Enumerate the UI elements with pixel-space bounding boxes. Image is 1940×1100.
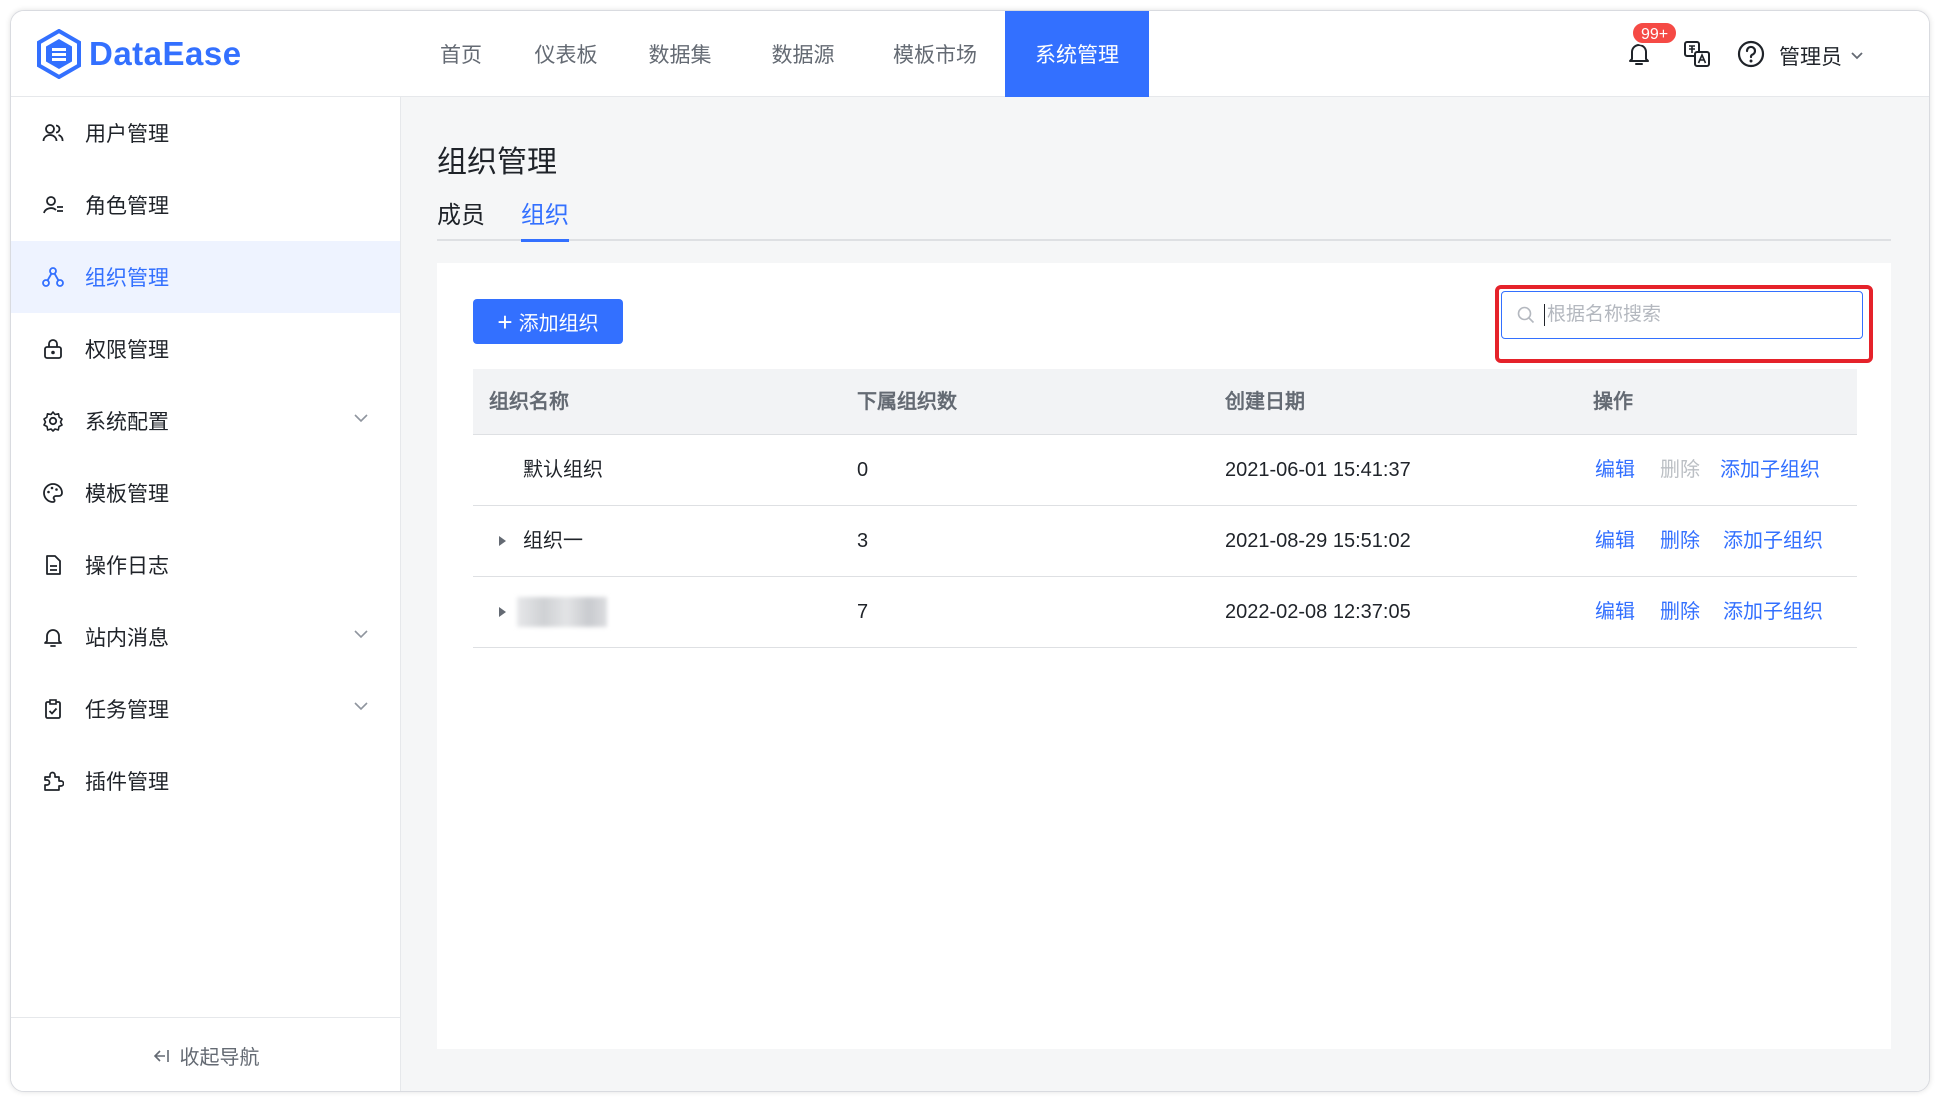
chevron-down-icon [354,414,368,423]
chevron-down-icon [354,702,368,711]
search-box[interactable] [1501,291,1863,339]
nav-system-management[interactable]: 系统管理 [1005,11,1149,97]
nav-dataset[interactable]: 数据集 [619,11,741,97]
org-icon [41,265,65,289]
sidebar-item-operation-log[interactable]: 操作日志 [11,529,400,601]
org-sub-count: 7 [857,601,869,623]
sidebar-item-label: 系统配置 [85,411,169,434]
tab-organizations[interactable]: 组织 [521,195,569,242]
nav-template-market[interactable]: 模板市场 [865,11,1005,97]
plus-icon: + [497,306,513,337]
delete-link: 删除 [1660,459,1700,481]
org-sub-count: 0 [857,459,869,481]
sidebar-item-organizations[interactable]: 组织管理 [11,241,400,313]
column-header-created: 创建日期 [1225,391,1305,413]
edit-link[interactable]: 编辑 [1595,577,1635,647]
org-created-date: 2022-02-08 12:37:05 [1225,601,1411,623]
gear-icon [41,409,65,433]
collapse-left-icon [153,1049,169,1062]
palette-icon [41,481,65,505]
tab-bar: 成员 组织 [437,195,1891,242]
plugin-icon [41,769,65,793]
edit-link[interactable]: 编辑 [1595,435,1635,505]
sidebar-item-label: 用户管理 [85,123,169,146]
sidebar-item-label: 角色管理 [85,195,169,218]
add-organization-button[interactable]: + 添加组织 [473,299,623,344]
nav-home[interactable]: 首页 [409,11,513,97]
bell-icon [41,625,65,649]
sidebar-item-users[interactable]: 用户管理 [11,97,400,169]
tab-members[interactable]: 成员 [437,195,485,241]
sidebar-item-roles[interactable]: 角色管理 [11,169,400,241]
expand-caret-icon[interactable] [499,607,506,617]
table-header: 组织名称 下属组织数 创建日期 操作 [473,369,1857,435]
sidebar-item-label: 任务管理 [85,699,169,722]
sidebar-item-plugins[interactable]: 插件管理 [11,745,400,817]
search-icon [1517,306,1535,324]
sidebar: 用户管理 角色管理 组织管理 权限管理 系统配置 模板管理 操作日志 站内消息 … [11,97,401,1091]
search-input[interactable] [1544,304,1844,326]
delete-link[interactable]: 删除 [1660,577,1700,647]
main-content: 组织管理 成员 组织 + 添加组织 组织名称 下属组织数 创建日期 操作 [401,97,1929,1091]
sidebar-item-permissions[interactable]: 权限管理 [11,313,400,385]
document-icon [41,553,65,577]
table-row: 默认组织 0 2021-06-01 15:41:37 编辑 删除 添加子组织 [473,435,1857,506]
dataease-logo-icon [37,29,81,79]
user-menu[interactable]: 管理员 [1779,41,1864,71]
table-row: 组织一 3 2021-08-29 15:51:02 编辑 删除 添加子组织 [473,506,1857,577]
sidebar-item-label: 操作日志 [85,555,169,578]
sidebar-item-label: 站内消息 [85,627,169,650]
language-button[interactable] [1682,39,1712,69]
collapse-nav-button[interactable]: 收起导航 [11,1017,400,1091]
help-icon [1737,40,1765,68]
add-child-org-link[interactable]: 添加子组织 [1723,577,1823,647]
app-window: DataEase 首页 仪表板 数据集 数据源 模板市场 系统管理 99+ 管理… [10,10,1930,1092]
column-header-actions: 操作 [1593,391,1633,413]
sidebar-item-label: 组织管理 [85,267,169,290]
add-child-org-link[interactable]: 添加子组织 [1720,435,1820,505]
redacted-org-name [517,597,607,627]
org-created-date: 2021-06-01 15:41:37 [1225,459,1411,481]
sidebar-item-label: 模板管理 [85,483,169,506]
org-created-date: 2021-08-29 15:51:02 [1225,530,1411,552]
lock-icon [41,337,65,361]
clipboard-icon [41,697,65,721]
role-icon [41,193,65,217]
sidebar-item-tasks[interactable]: 任务管理 [11,673,400,745]
top-nav: 首页 仪表板 数据集 数据源 模板市场 系统管理 [409,11,1149,97]
edit-link[interactable]: 编辑 [1595,506,1635,576]
sidebar-item-label: 插件管理 [85,771,169,794]
column-header-name: 组织名称 [489,391,569,413]
sidebar-item-templates[interactable]: 模板管理 [11,457,400,529]
collapse-nav-label: 收起导航 [179,1047,260,1069]
column-header-count: 下属组织数 [857,391,957,413]
app-name: DataEase [89,35,242,72]
users-icon [41,121,65,145]
org-card: + 添加组织 组织名称 下属组织数 创建日期 操作 默认组织 0 2021-0 [437,263,1891,1049]
nav-dashboard[interactable]: 仪表板 [513,11,619,97]
org-name: 组织一 [523,530,583,552]
chevron-down-icon [1851,52,1863,60]
org-name: 默认组织 [523,459,603,481]
delete-link[interactable]: 删除 [1660,506,1700,576]
help-button[interactable] [1736,39,1766,69]
top-header: DataEase 首页 仪表板 数据集 数据源 模板市场 系统管理 99+ 管理… [11,11,1929,97]
user-name: 管理员 [1779,46,1842,69]
expand-caret-icon[interactable] [499,536,506,546]
add-organization-label: 添加组织 [518,313,599,335]
notification-badge: 99+ [1631,21,1679,45]
sidebar-item-system-config[interactable]: 系统配置 [11,385,400,457]
add-child-org-link[interactable]: 添加子组织 [1723,506,1823,576]
table-row: 7 2022-02-08 12:37:05 编辑 删除 添加子组织 [473,577,1857,648]
nav-datasource[interactable]: 数据源 [741,11,865,97]
org-table: 组织名称 下属组织数 创建日期 操作 默认组织 0 2021-06-01 15:… [473,369,1857,648]
chevron-down-icon [354,630,368,639]
app-logo[interactable]: DataEase [35,29,242,79]
page-title: 组织管理 [437,146,557,179]
sidebar-item-messages[interactable]: 站内消息 [11,601,400,673]
org-sub-count: 3 [857,530,869,552]
translate-icon [1684,41,1710,67]
sidebar-item-label: 权限管理 [85,339,169,362]
